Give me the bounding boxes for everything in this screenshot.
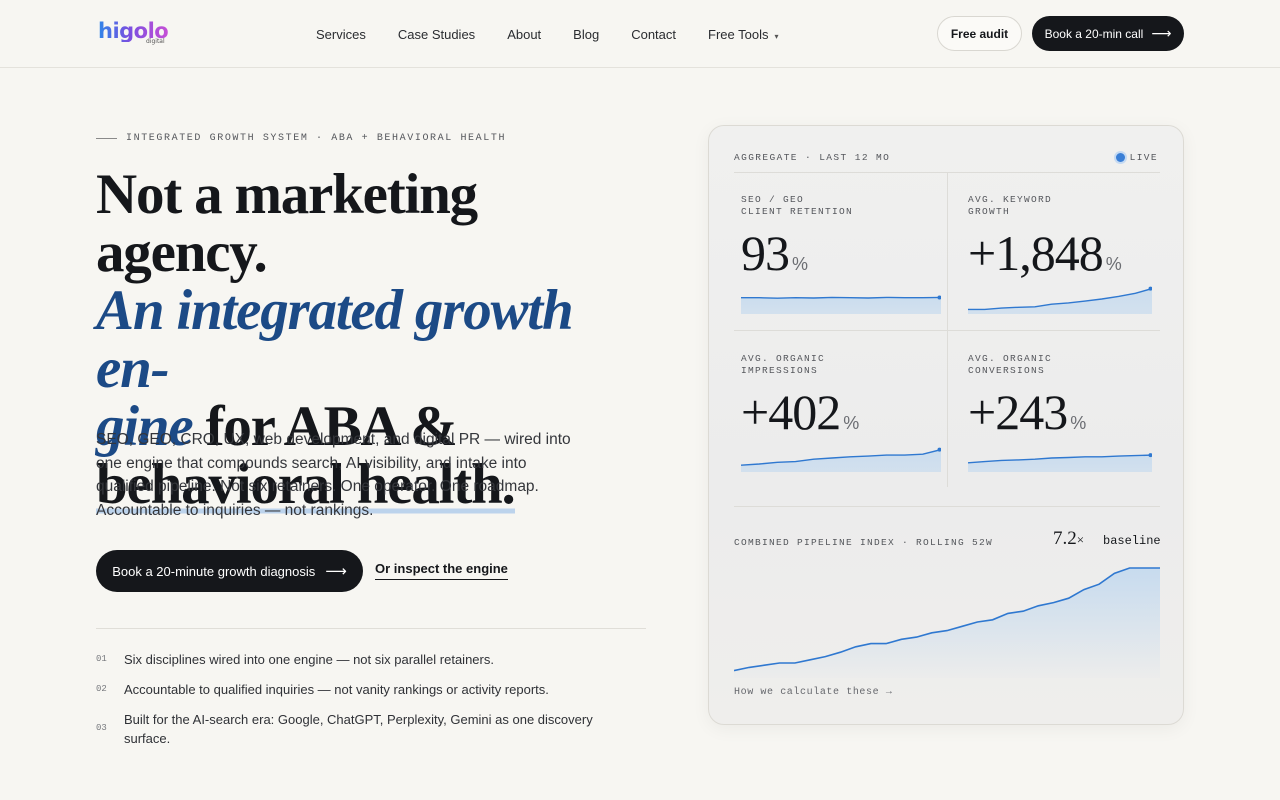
site-header: higolo digital Services Case Studies Abo… — [0, 0, 1280, 68]
list-item: 01 Six disciplines wired into one engine… — [96, 650, 646, 669]
metric-retention: SEO / GEO CLIENT RETENTION 93% — [741, 194, 941, 289]
chevron-down-icon: ▾ — [774, 31, 779, 41]
metric-conversions: AVG. ORGANIC CONVERSIONS +243% — [968, 353, 1168, 448]
grid-divider-horizontal — [734, 330, 1160, 331]
metric-label-line-2: GROWTH — [968, 206, 1011, 217]
inspect-engine-link[interactable]: Or inspect the engine — [375, 561, 508, 580]
card-header: AGGREGATE · LAST 12 MO — [734, 152, 891, 163]
series-area — [741, 449, 941, 472]
growth-diagnosis-label: Book a 20-minute growth diagnosis — [112, 563, 316, 579]
metric-number: +1,848 — [968, 225, 1104, 281]
metric-label: AVG. KEYWORD GROWTH — [968, 194, 1168, 218]
metric-impressions: AVG. ORGANIC IMPRESSIONS +402% — [741, 353, 941, 448]
metric-label-line-1: AVG. KEYWORD — [968, 194, 1053, 205]
point-text: Accountable to qualified inquiries — not… — [124, 682, 549, 697]
list-item: 03 Built for the AI-search era: Google, … — [96, 710, 646, 748]
arrow-right-icon: ⟶ — [325, 563, 347, 580]
sparkline-keyword-growth — [968, 286, 1152, 314]
metric-label-line-1: AVG. ORGANIC — [968, 353, 1053, 364]
growth-diagnosis-button[interactable]: Book a 20-minute growth diagnosis ⟶ — [96, 550, 363, 592]
metric-unit: % — [792, 254, 809, 274]
hero-divider — [96, 628, 646, 629]
metric-label-line-2: CLIENT RETENTION — [741, 206, 854, 217]
free-audit-button[interactable]: Free audit — [937, 16, 1022, 51]
book-call-button[interactable]: Book a 20-min call ⟶ — [1032, 16, 1184, 51]
point-text: Built for the AI-search era: Google, Cha… — [124, 712, 593, 746]
metric-value: 93% — [741, 228, 941, 289]
book-call-label: Book a 20-min call — [1044, 26, 1144, 41]
metric-label: AVG. ORGANIC IMPRESSIONS — [741, 353, 941, 377]
sparkline-impressions — [741, 447, 941, 472]
metric-value: +402% — [741, 387, 941, 448]
metrics-card: AGGREGATE · LAST 12 MO LIVE SEO / GEO CLI… — [708, 125, 1184, 725]
brand-logo[interactable]: higolo digital — [98, 20, 169, 48]
nav-free-tools[interactable]: Free Tools ▾ — [708, 27, 778, 42]
calculation-link[interactable]: How we calculate these → — [734, 687, 892, 698]
metric-value: +243% — [968, 387, 1168, 448]
metric-number: +402 — [741, 384, 841, 440]
value-points: 01 Six disciplines wired into one engine… — [96, 650, 646, 759]
eyebrow-rule — [96, 138, 117, 139]
nav-free-tools-label: Free Tools — [708, 26, 769, 42]
metric-value: +1,848% — [968, 228, 1168, 289]
series-area — [741, 297, 941, 314]
grid-divider-bottom — [734, 506, 1160, 507]
hero-eyebrow: INTEGRATED GROWTH SYSTEM · ABA + BEHAVIO… — [96, 133, 506, 144]
point-text: Six disciplines wired into one engine — … — [124, 652, 494, 667]
pipeline-suffix: × — [1076, 532, 1085, 547]
headline-line-1: Not a marketing agency. — [96, 163, 478, 284]
pipeline-number: 7.2 — [1053, 528, 1077, 549]
sparkline-retention — [741, 295, 941, 314]
metric-unit: % — [843, 413, 860, 433]
nav-blog[interactable]: Blog — [573, 27, 599, 42]
main-nav: Services Case Studies About Blog Contact… — [316, 0, 811, 68]
pipeline-chart — [734, 567, 1160, 678]
pipeline-value: 7.2× — [1053, 528, 1084, 550]
eyebrow-text: INTEGRATED GROWTH SYSTEM · ABA + BEHAVIO… — [126, 133, 507, 144]
metric-keyword-growth: AVG. KEYWORD GROWTH +1,848% — [968, 194, 1168, 289]
metric-number: +243 — [968, 384, 1068, 440]
point-number: 03 — [96, 723, 107, 733]
metric-label-line-2: IMPRESSIONS — [741, 365, 819, 376]
metric-unit: % — [1105, 254, 1122, 274]
metric-number: 93 — [741, 225, 790, 281]
nav-services[interactable]: Services — [316, 27, 366, 42]
metric-label-line-1: SEO / GEO — [741, 194, 805, 205]
brand-subtitle: digital — [146, 38, 165, 45]
point-number: 01 — [96, 654, 107, 664]
live-indicator: LIVE — [1115, 152, 1158, 163]
nav-contact[interactable]: Contact — [631, 27, 676, 42]
arrow-right-icon: ⟶ — [1151, 25, 1172, 41]
metric-unit: % — [1070, 413, 1087, 433]
metric-label: SEO / GEO CLIENT RETENTION — [741, 194, 941, 218]
series-area — [968, 288, 1152, 314]
metric-label-line-2: CONVERSIONS — [968, 365, 1046, 376]
metric-label: AVG. ORGANIC CONVERSIONS — [968, 353, 1168, 377]
headline-line-2: An integrated growth en- — [96, 279, 574, 400]
metric-label-line-1: AVG. ORGANIC — [741, 353, 826, 364]
nav-case-studies[interactable]: Case Studies — [398, 27, 475, 42]
hero-lead: SEO, GEO, CRO, UX, web development, and … — [96, 431, 571, 519]
live-dot-icon — [1115, 153, 1125, 162]
live-label: LIVE — [1129, 152, 1158, 163]
list-item: 02 Accountable to qualified inquiries — … — [96, 680, 646, 699]
nav-about[interactable]: About — [507, 27, 541, 42]
pipeline-label: COMBINED PIPELINE INDEX · ROLLING 52W — [734, 537, 994, 548]
series-line — [741, 296, 941, 299]
sparkline-conversions — [968, 453, 1152, 472]
point-number: 02 — [96, 684, 107, 694]
pipeline-baseline: baseline — [1103, 534, 1161, 548]
